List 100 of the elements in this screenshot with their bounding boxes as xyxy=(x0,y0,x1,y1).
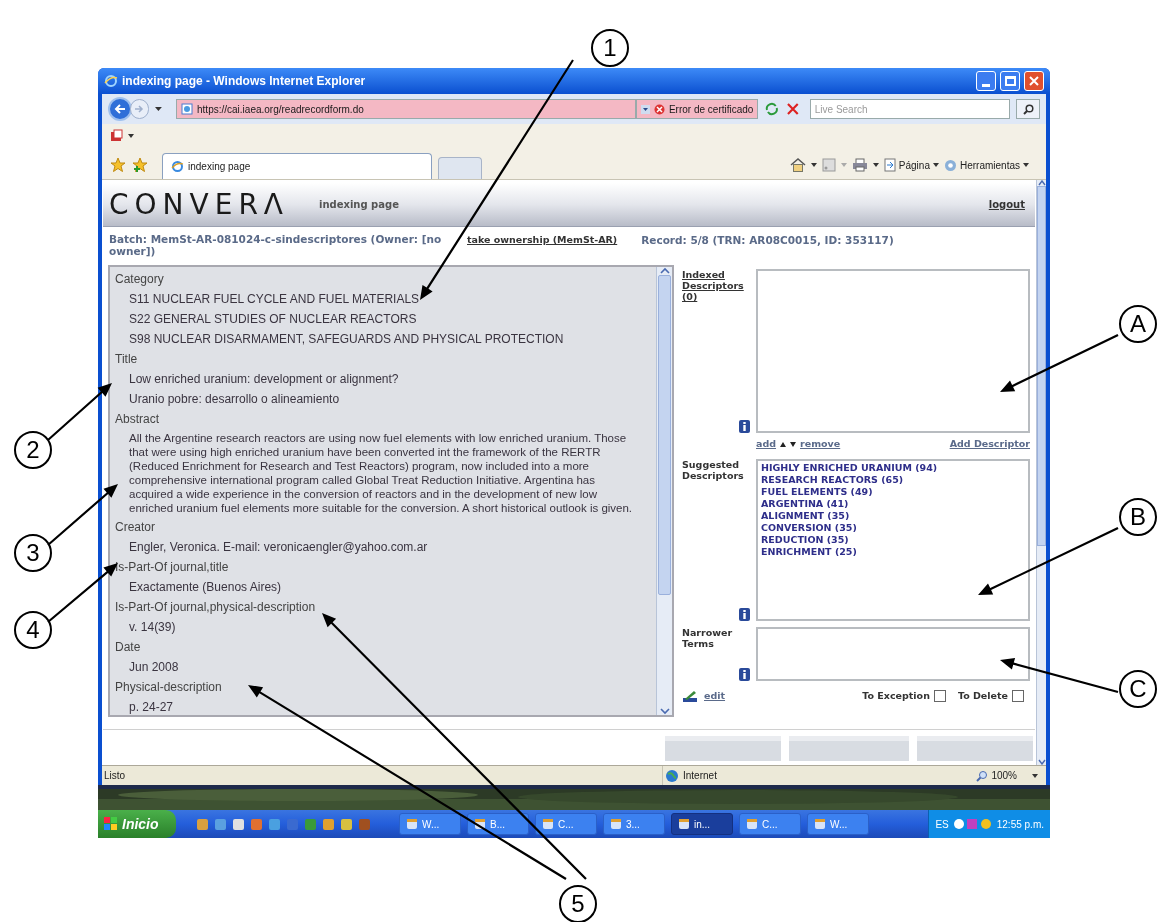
scrollbar[interactable] xyxy=(656,267,672,715)
take-ownership-link[interactable]: take ownership (MemSt-AR) xyxy=(467,233,618,248)
certificate-error-button[interactable]: Error de certificado xyxy=(635,99,759,119)
field-value: Jun 2008 xyxy=(129,659,179,676)
callout-marker: 2 xyxy=(14,431,52,469)
quick-launch-icon[interactable] xyxy=(214,817,227,831)
taskbar-button[interactable]: in... xyxy=(671,813,733,835)
toolbar-menu-button[interactable]: Herramientas xyxy=(943,157,1029,173)
page-scrollbar[interactable] xyxy=(1036,180,1046,765)
field-label: Abstract xyxy=(115,411,159,428)
field-value: Uranio pobre: desarrollo o alineamiento xyxy=(129,391,340,408)
narrower-terms-field[interactable] xyxy=(756,627,1030,681)
indexed-descriptors-list[interactable] xyxy=(756,269,1030,433)
window-icon xyxy=(814,818,826,830)
scroll-down-icon xyxy=(659,707,670,715)
taskbar-button[interactable]: 3... xyxy=(603,813,665,835)
suggested-descriptors-list[interactable]: HIGHLY ENRICHED URANIUM (94) RESEARCH REACTORS (65) FUEL ELEMENTS (49) ARGENTINA (41) ALIGNMENT (35) CONVERSION (35) REDUCTION (35) ENRICHMENT (25) xyxy=(756,459,1030,621)
tray-icon[interactable] xyxy=(952,817,993,831)
move-up-icon[interactable] xyxy=(780,441,786,447)
printer-icon[interactable] xyxy=(851,158,868,172)
field-value: v. 14(39) xyxy=(129,619,176,636)
descriptor-option[interactable]: ARGENTINA (41) xyxy=(761,498,1025,510)
callout-marker: C xyxy=(1119,670,1157,708)
add-favorite-icon[interactable] xyxy=(132,157,148,173)
edit-link[interactable]: edit xyxy=(704,689,726,704)
language-indicator[interactable]: ES xyxy=(935,816,949,832)
zoom-control[interactable]: 100% xyxy=(976,768,1046,783)
address-field[interactable]: https://cai.iaea.org/readrecordform.do xyxy=(176,99,636,119)
logout-link[interactable]: logout xyxy=(988,197,1025,212)
taskbar-button[interactable]: W... xyxy=(807,813,869,835)
minimize-button[interactable] xyxy=(976,71,996,91)
scroll-up-icon xyxy=(659,267,670,275)
quick-launch-icon[interactable] xyxy=(196,817,209,831)
taskbar-button[interactable]: W... xyxy=(399,813,461,835)
dropdown-caret-icon[interactable] xyxy=(810,163,817,167)
add-link[interactable]: add xyxy=(756,436,776,452)
maximize-button[interactable] xyxy=(1000,71,1020,91)
descriptor-option[interactable]: RESEARCH REACTORS (65) xyxy=(761,474,1025,486)
info-icon[interactable] xyxy=(739,608,750,621)
quick-launch-icon[interactable] xyxy=(268,817,281,831)
field-label: Physical-description xyxy=(115,679,222,696)
dropdown-caret-icon[interactable] xyxy=(155,107,162,111)
window-icon xyxy=(746,818,758,830)
favorites-star-icon[interactable] xyxy=(110,157,126,173)
refresh-icon[interactable] xyxy=(764,101,781,117)
dropdown-caret-icon[interactable] xyxy=(128,134,134,138)
taskbar-button[interactable]: B... xyxy=(467,813,529,835)
narrower-terms-label: Narrower Terms xyxy=(682,627,734,649)
descriptor-option[interactable]: HIGHLY ENRICHED URANIUM (94) xyxy=(761,462,1025,474)
pen-icon[interactable] xyxy=(682,689,700,703)
field-label: Creator xyxy=(115,519,155,536)
add-descriptor-link[interactable]: Add Descriptor xyxy=(949,436,1030,452)
back-arrow-icon xyxy=(113,104,126,114)
browser-tab[interactable]: indexing page xyxy=(162,153,432,179)
taskbar-button[interactable]: C... xyxy=(739,813,801,835)
scroll-thumb[interactable] xyxy=(1037,186,1046,546)
quick-launch-icon[interactable] xyxy=(340,817,353,831)
taskbar-button[interactable]: C... xyxy=(535,813,597,835)
field-label: Is-Part-Of journal,title xyxy=(115,559,229,576)
windows-flag-icon xyxy=(104,817,118,831)
callout-marker: 5 xyxy=(559,885,597,922)
move-down-icon[interactable] xyxy=(790,441,796,447)
descriptor-option[interactable]: ALIGNMENT (35) xyxy=(761,510,1025,522)
quick-launch-icon[interactable] xyxy=(232,817,245,831)
browser-icon xyxy=(171,160,184,173)
field-value: S98 NUCLEAR DISARMAMENT, SAFEGUARDS AND PHYSICAL PROTECTION xyxy=(129,331,564,348)
checkbox[interactable] xyxy=(1012,690,1024,703)
search-button[interactable] xyxy=(1016,99,1040,119)
close-button[interactable] xyxy=(1024,71,1044,91)
callout-marker: 4 xyxy=(14,611,52,649)
descriptor-option[interactable]: CONVERSION (35) xyxy=(761,522,1025,534)
home-icon[interactable] xyxy=(789,158,806,172)
brand-logo: CONVERΛ xyxy=(109,186,289,223)
info-icon[interactable] xyxy=(739,668,750,681)
descriptor-option[interactable]: FUEL ELEMENTS (49) xyxy=(761,486,1025,498)
quick-launch-icon[interactable] xyxy=(250,817,263,831)
abstract-text: All the Argentine research reactors are using now fuel elements with low enriched uranium. Those that were using high enriched uranium have been converted int the framework of the RERTR (Reduced Enrichment for Research and Test Reactors) program, now included into a more comprehensive international program called Global Treat Reduction Initiative. Argentina has acquired a wide experience in the conversion of reactors and in the development of new low enriched uranium fuel elements more suitable for the conversion. A short historical outlook is given. xyxy=(128,431,634,516)
window-icon xyxy=(542,818,554,830)
dropdown-caret-icon[interactable] xyxy=(872,163,879,167)
window-icon xyxy=(406,818,418,830)
info-icon[interactable] xyxy=(739,420,750,433)
quick-launch-icon[interactable] xyxy=(322,817,335,831)
error-shield-icon xyxy=(653,103,665,115)
page-heading: indexing page xyxy=(319,198,399,212)
gear-icon xyxy=(943,158,957,172)
descriptor-option[interactable]: REDUCTION (35) xyxy=(761,534,1025,546)
toolbar-menu-button[interactable]: Página xyxy=(883,157,939,173)
back-button[interactable] xyxy=(108,97,132,121)
indexed-descriptors-link[interactable]: Indexed Descriptors (0) xyxy=(682,269,742,302)
descriptor-option[interactable]: ENRICHMENT (25) xyxy=(761,546,1025,558)
remove-link[interactable]: remove xyxy=(800,436,841,452)
field-value: p. 24-27 xyxy=(129,699,174,715)
checkbox[interactable] xyxy=(933,690,946,703)
scroll-thumb[interactable] xyxy=(658,275,671,595)
callout-arrow xyxy=(47,563,118,623)
clock: 12:55 p.m. xyxy=(996,817,1044,832)
stop-icon[interactable] xyxy=(786,102,800,116)
window-icon xyxy=(678,818,690,830)
start-button[interactable]: Inicio xyxy=(98,810,176,838)
dropdown-caret-icon xyxy=(1032,773,1038,778)
